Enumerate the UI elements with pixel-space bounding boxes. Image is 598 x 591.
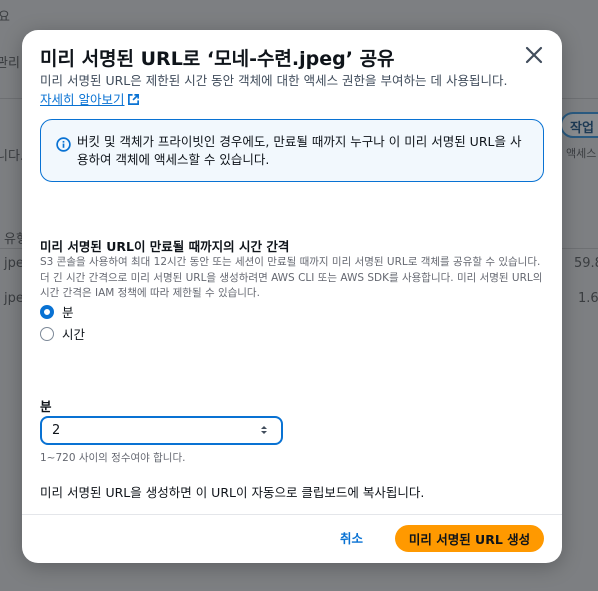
modal-description: 미리 서명된 URL은 제한된 시간 동안 객체에 대한 액세스 권한을 부여하…: [40, 71, 520, 109]
info-alert: 버킷 및 객체가 프라이빗인 경우에도, 만료될 때까지 누구나 이 미리 서명…: [40, 119, 544, 182]
cancel-button[interactable]: 취소: [340, 528, 363, 547]
interval-description: S3 콘솔을 사용하여 최대 12시간 동안 또는 세션이 만료될 때까지 미리…: [40, 256, 543, 299]
radio-button-checked[interactable]: [40, 304, 54, 319]
number-spinner-icon[interactable]: [258, 423, 270, 437]
close-icon: [525, 46, 543, 64]
minutes-input[interactable]: 2: [40, 416, 283, 445]
clipboard-note: 미리 서명된 URL을 생성하면 이 URL이 자동으로 클립보드에 복사됩니다…: [40, 485, 425, 500]
radio-minutes[interactable]: 분: [40, 302, 74, 321]
description-text: 미리 서명된 URL은 제한된 시간 동안 객체에 대한 액세스 권한을 부여하…: [40, 73, 508, 88]
modal-title: 미리 서명된 URL로 ‘모네-수련.jpeg’ 공유: [40, 48, 395, 70]
footer-divider: [22, 514, 562, 515]
external-link-icon: [128, 94, 140, 105]
radio-hours[interactable]: 시간: [40, 324, 85, 343]
info-icon: [56, 137, 71, 152]
radio-minutes-label: 분: [62, 305, 74, 320]
radio-button-unchecked[interactable]: [40, 326, 54, 341]
bg-fragment: 니다.: [0, 149, 25, 164]
radio-hours-label: 시간: [62, 327, 86, 342]
minutes-field-label: 분: [40, 399, 52, 414]
bg-fragment: 관리: [0, 56, 20, 71]
bg-fragment: 액세스: [566, 147, 597, 160]
close-button[interactable]: [522, 43, 546, 67]
learn-more-label: 자세히 알아보기: [40, 92, 125, 107]
create-presigned-url-button[interactable]: 미리 서명된 URL 생성: [395, 525, 544, 552]
info-message: 버킷 및 객체가 프라이빗인 경우에도, 만료될 때까지 누구나 이 미리 서명…: [77, 134, 522, 167]
bg-fragment: 59.8: [574, 256, 598, 271]
learn-more-link[interactable]: 자세히 알아보기: [40, 92, 140, 107]
bg-action-button: 작업: [560, 112, 598, 138]
bg-fragment: 요: [0, 10, 10, 25]
share-presigned-url-modal: 미리 서명된 URL로 ‘모네-수련.jpeg’ 공유 미리 서명된 URL은 …: [22, 30, 562, 563]
bg-fragment: 1.6: [578, 291, 598, 306]
minutes-hint: 1~720 사이의 정수여야 합니다.: [40, 452, 186, 464]
interval-label: 미리 서명된 URL이 만료될 때까지의 시간 간격: [40, 239, 290, 254]
